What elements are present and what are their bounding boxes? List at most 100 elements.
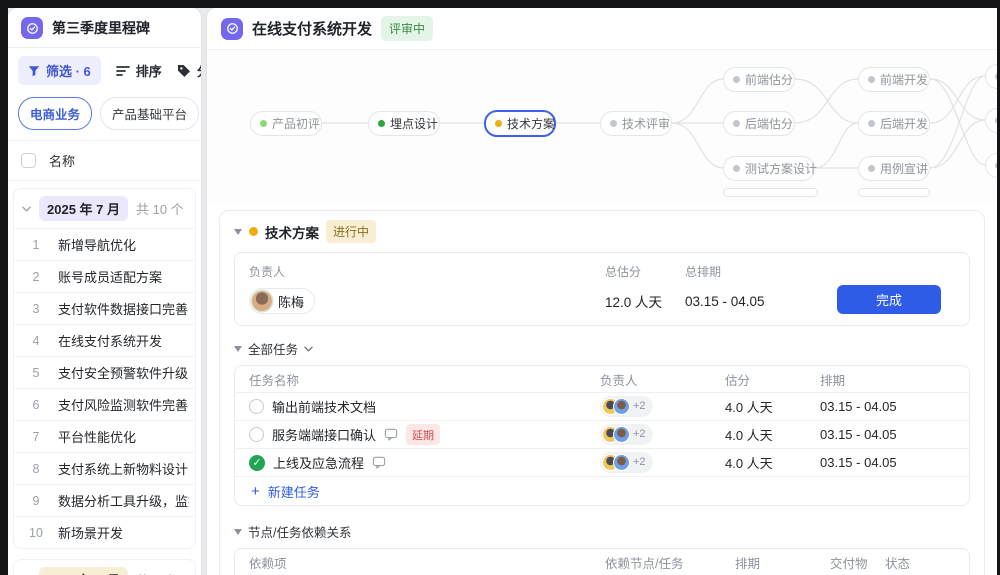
list-item[interactable]: 9 数据分析工具升级，监控 [14,484,195,516]
status-dot [733,165,740,172]
deps-section-header[interactable]: 节点/任务依赖关系 [234,522,970,541]
add-task-button[interactable]: + 新建任务 [235,476,969,505]
group-2025-08: 2025 年 8 月 共 6 个 [13,559,196,575]
flow-node-tracking-design[interactable]: 埋点设计 [368,111,440,136]
app-background: 第三季度里程碑 筛选 · 6 排序 分组 电商业务 产品基础平台 在线支付 名称 [8,8,997,575]
estimate-field: 总估分 12.0 人天 [605,265,663,310]
sidebar-header: 第三季度里程碑 [8,8,201,48]
complete-button[interactable]: 完成 [837,285,941,314]
flow-node-frontend-dev[interactable]: 前端开发 [858,67,930,92]
sidebar-panel: 第三季度里程碑 筛选 · 6 排序 分组 电商业务 产品基础平台 在线支付 名称 [8,8,201,575]
group-count: 共 6 个 [136,570,176,575]
plus-icon: + [251,482,260,500]
group-header[interactable]: 2025 年 7 月 共 10 个 [14,189,195,228]
sort-button[interactable]: 排序 [115,61,162,80]
milestone-icon [221,17,243,40]
avatar [613,453,630,471]
list-item[interactable]: 6 支付风险监测软件完善 [14,388,195,420]
sidebar-title: 第三季度里程碑 [52,20,150,36]
list-item[interactable]: 5 支付安全预警软件升级 [14,356,195,388]
status-dot [733,120,740,127]
name-column-header: 名称 [49,154,76,169]
list-item[interactable]: 8 支付系统上新物料设计 [14,452,195,484]
funnel-icon [28,65,40,76]
dependency-table: 依赖项 依赖节点/任务 排期 交付物 状态 FF 成员账号兼容方案 需求方案设计… [234,548,970,575]
page-title: 在线支付系统开发 [252,21,373,38]
list-item[interactable]: 3 支付软件数据接口完善 [14,292,195,324]
workflow-diagram: 产品初评 埋点设计 技术方案 技术评审 前端估分 后端估分 测试方案设计 前端开… [207,50,997,202]
chevron-down-icon [304,346,313,352]
delay-badge: 延期 [406,424,441,445]
owner-field: 负责人 陈梅 [249,263,605,314]
sort-icon [115,65,130,76]
status-dot [868,165,875,172]
schedule-field: 总排期 03.15 - 04.05 [685,265,765,309]
node-title: 技术方案 [265,225,319,241]
select-all-checkbox[interactable] [21,153,36,168]
collapse-triangle-icon [234,228,242,235]
tab-ecommerce[interactable]: 电商业务 [18,97,93,130]
node-detail-panel: 技术方案 进行中 负责人 陈梅 总估分 12.0 人天 总排期 03.15 - … [219,210,985,575]
owner-chip[interactable]: 陈梅 [249,288,316,314]
flow-node-backend-estimate[interactable]: 后端估分 [723,111,795,136]
flow-node-tech-review[interactable]: 技术评审 [600,111,672,136]
task-incomplete-icon[interactable] [249,427,264,442]
tab-product-platform[interactable]: 产品基础平台 [100,97,200,130]
task-table: 任务名称 负责人 估分 排期 输出前端技术文档 +2 4.0 人天 03.15 … [234,365,970,506]
comment-icon[interactable] [372,456,386,469]
main-header: 在线支付系统开发 评审中 [207,8,997,50]
status-dot [378,120,385,127]
task-row[interactable]: 输出前端技术文档 +2 4.0 人天 03.15 - 04.05 [235,392,969,420]
status-dot [610,120,617,127]
assignee-avatars[interactable]: +2 [600,451,653,473]
flow-node-partial [858,188,930,197]
list-item[interactable]: 10 新场景开发 [14,516,195,548]
flow-node-partial [723,188,818,197]
tag-icon [177,64,190,77]
comment-icon[interactable] [384,428,398,441]
task-incomplete-icon[interactable] [249,399,264,414]
flow-node-backend-dev[interactable]: 后端开发 [858,111,930,136]
group-count: 共 10 个 [136,202,184,217]
node-section-header[interactable]: 技术方案 进行中 [234,220,970,243]
list-item[interactable]: 4 在线支付系统开发 [14,324,195,356]
list-item[interactable]: 1 新增导航优化 [14,228,195,260]
group-header[interactable]: 2025 年 8 月 共 6 个 [14,560,195,575]
group-2025-07: 2025 年 7 月 共 10 个 1 新增导航优化 2 账号成员适配方案 3 支付软… [13,188,196,549]
milestone-groups: 2025 年 7 月 共 10 个 1 新增导航优化 2 账号成员适配方案 3 支付软… [8,181,201,575]
task-done-icon[interactable]: ✓ [249,454,265,471]
status-dot [868,120,875,127]
avatar [613,425,630,443]
inprogress-badge: 进行中 [326,220,377,243]
main-panel: 在线支付系统开发 评审中 产品初评 埋点设计 技术方案 技术评审 前端估分 后端… [207,8,997,575]
flow-node-product-review[interactable]: 产品初评 [250,111,322,136]
task-row[interactable]: ✓ 上线及应急流程 +2 4.0 人天 03.15 - 04.05 [235,448,969,476]
list-item[interactable]: 7 平台性能优化 [14,420,195,452]
flow-node-case-briefing[interactable]: 用例宣讲 [858,156,930,181]
tasks-section-title: 全部任务 [248,343,299,357]
flow-node-frontend-estimate[interactable]: 前端估分 [723,67,795,92]
task-row[interactable]: 服务端端接口确认 延期 +2 4.0 人天 03.15 - 04.05 [235,420,969,448]
flow-node-test-plan[interactable]: 测试方案设计 [723,156,817,181]
tasks-section-header[interactable]: 全部任务 [234,339,970,358]
collapse-triangle-icon [234,345,242,352]
avatar [613,397,630,415]
status-dot [868,76,875,83]
chevron-down-icon [22,206,31,212]
status-badge: 评审中 [381,16,434,41]
filter-button[interactable]: 筛选 · 6 [18,56,101,85]
group-button[interactable]: 分组 [177,61,201,80]
assignee-avatars[interactable]: +2 [600,395,653,417]
list-item[interactable]: 2 账号成员适配方案 [14,260,195,292]
dependency-table-header: 依赖项 依赖节点/任务 排期 交付物 状态 [249,556,911,571]
node-info-card: 负责人 陈梅 总估分 12.0 人天 总排期 03.15 - 04.05 完成 [234,252,970,326]
collapse-triangle-icon [234,528,242,535]
status-dot [733,76,740,83]
status-dot [260,120,267,127]
flow-node-tech-plan[interactable]: 技术方案 [484,110,556,137]
deps-section-title: 节点/任务依赖关系 [248,526,352,540]
status-dot [249,227,258,236]
assignee-avatars[interactable]: +2 [600,423,653,445]
task-table-header: 任务名称 负责人 估分 排期 [249,373,846,388]
avatar [252,291,272,311]
